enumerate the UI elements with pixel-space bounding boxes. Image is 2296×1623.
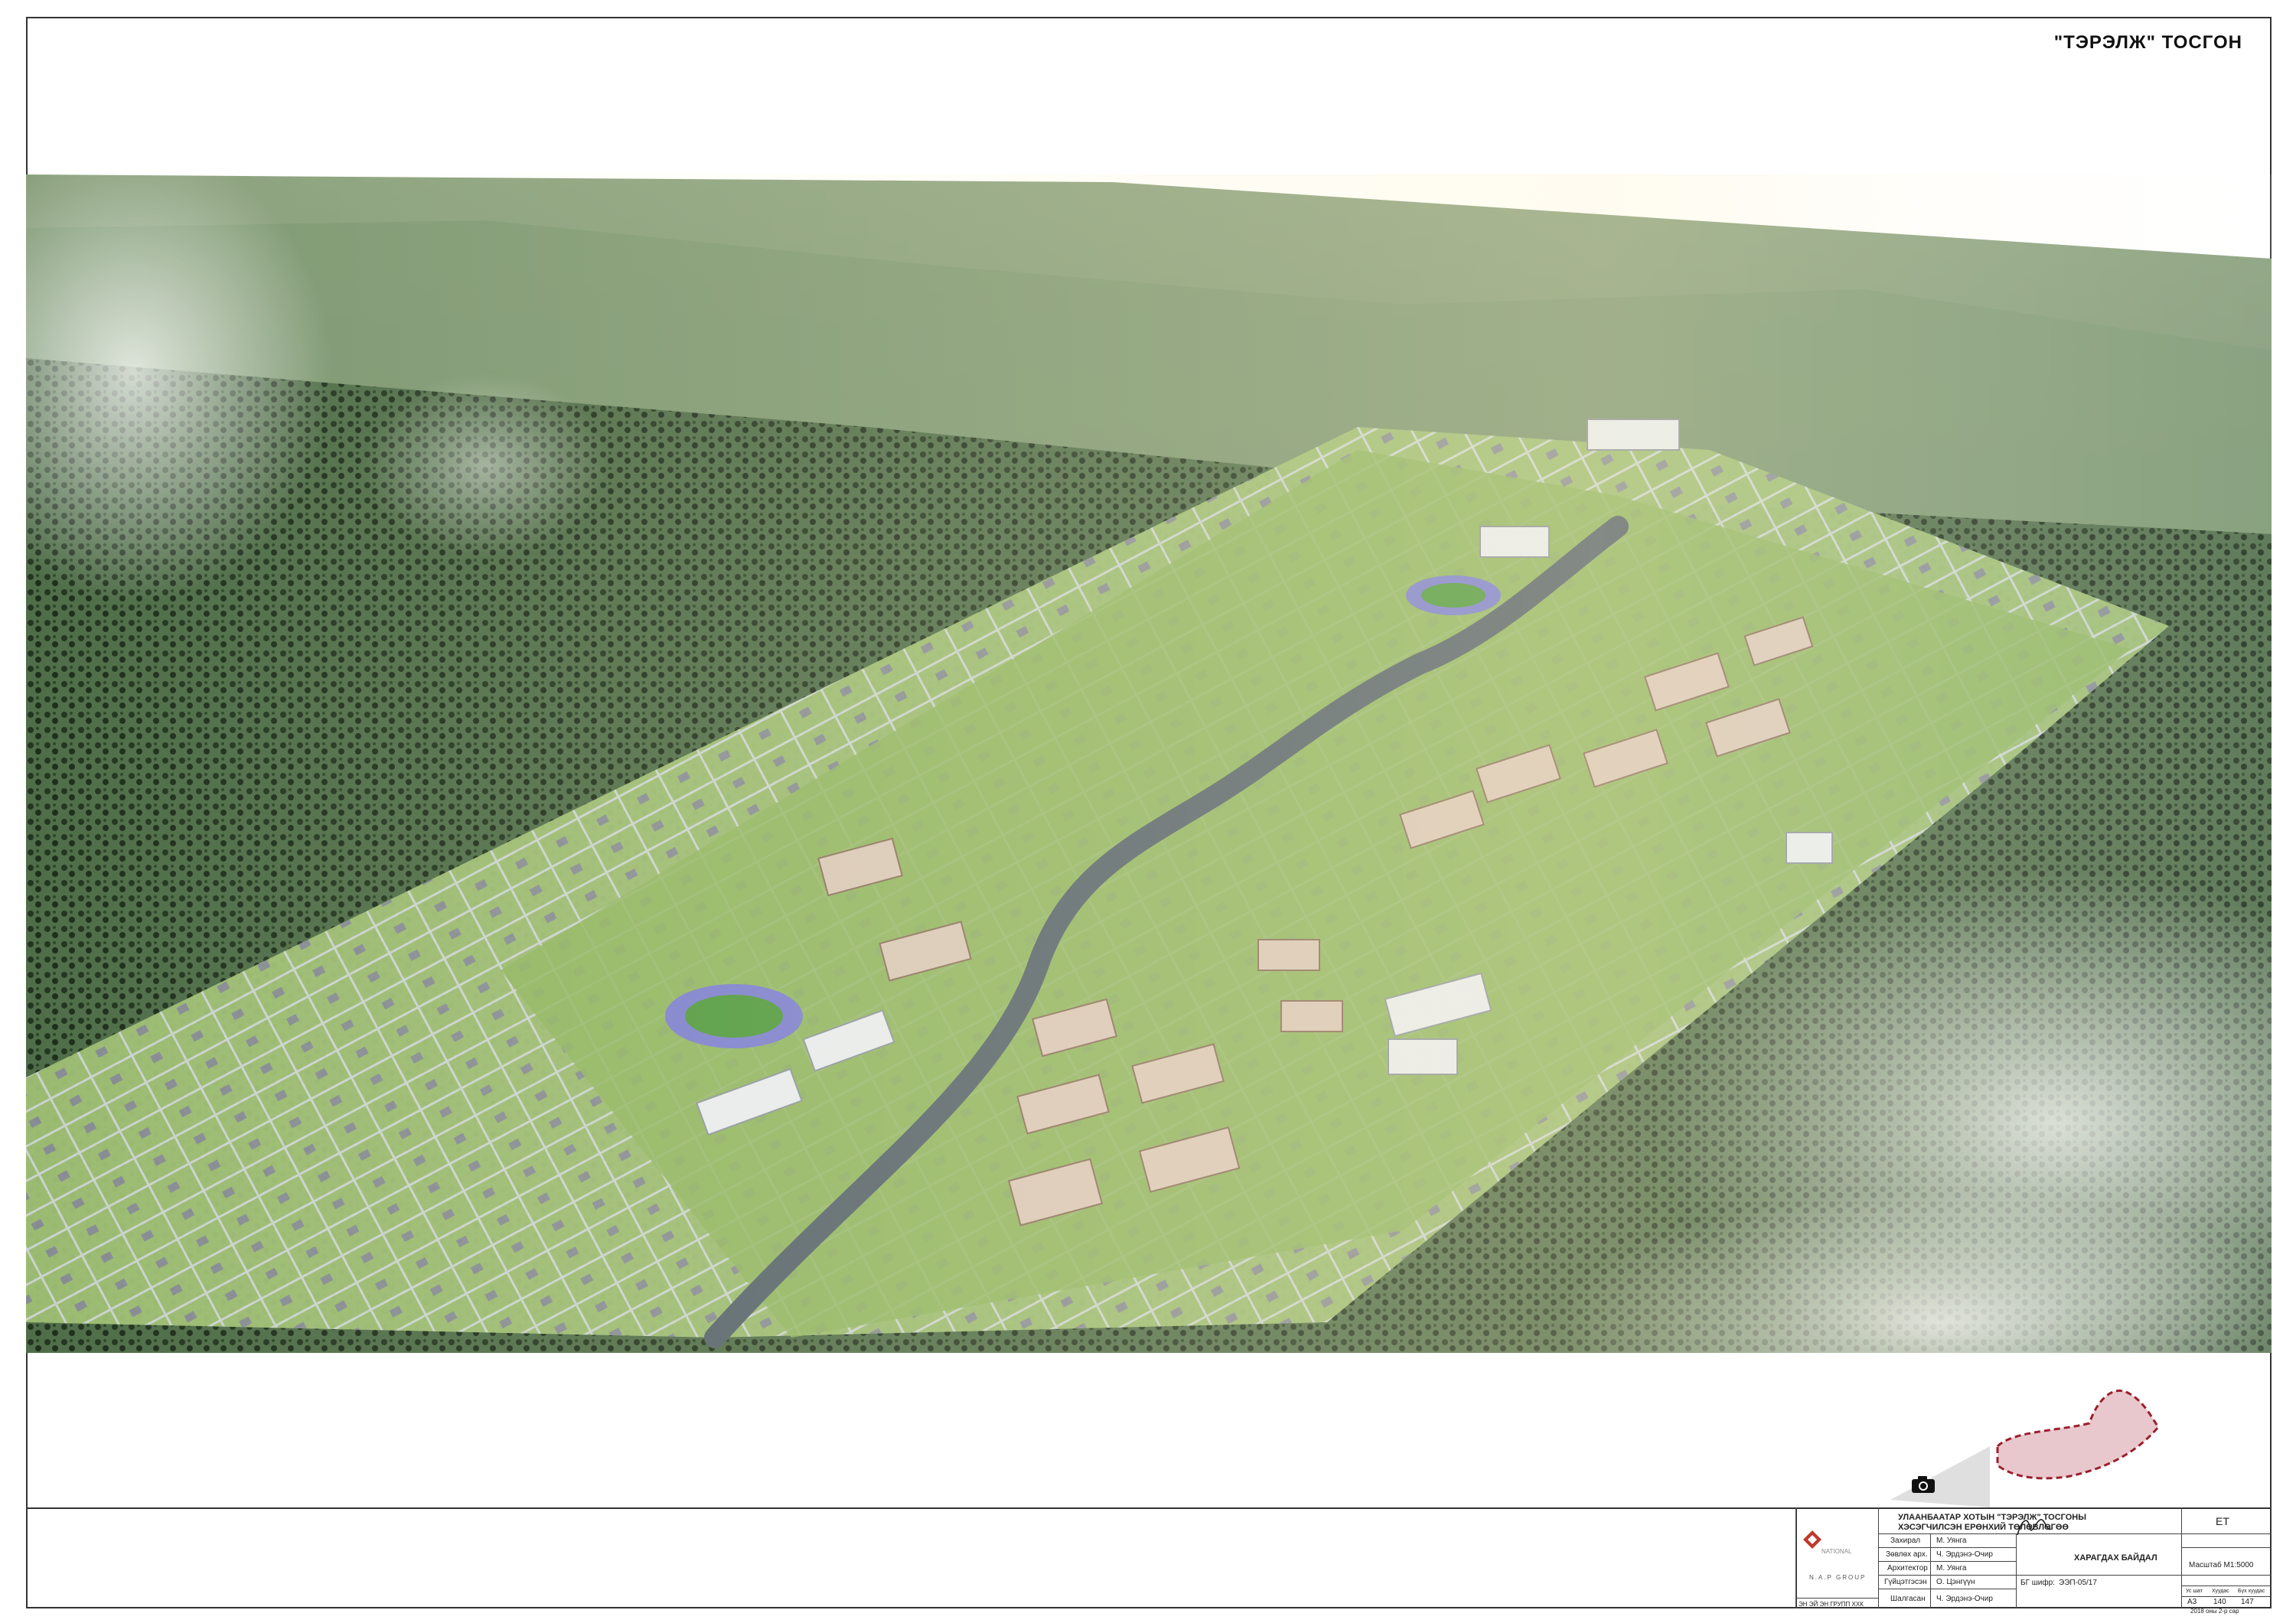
role-label: Захирал <box>1890 1537 1921 1545</box>
tb-divider <box>2181 1547 2272 1548</box>
scale-label: Масштаб М1:5000 <box>2189 1561 2254 1569</box>
role-name: О. Цэнгүүн <box>1936 1578 1975 1586</box>
signature <box>2011 1514 2057 1541</box>
tb-divider <box>1878 1575 2016 1576</box>
date: 2018 оны 2-р сар <box>2190 1608 2239 1615</box>
role-label: Гүйцэтгэсэн <box>1884 1578 1927 1586</box>
aerial-rendering-svg <box>26 174 2272 1353</box>
total-header: Бүх хуудас <box>2238 1589 2265 1594</box>
stage-code: ЕТ <box>2216 1515 2229 1527</box>
tb-divider <box>1795 1598 1878 1599</box>
total-value: 147 <box>2241 1598 2254 1606</box>
logo-group-text: N.A.P GROUP <box>1809 1574 1867 1581</box>
format-value: А3 <box>2187 1598 2197 1606</box>
code-value: ЭЭП-05/17 <box>2059 1579 2097 1587</box>
sheet-value: 140 <box>2213 1598 2226 1606</box>
format-header: Ус шат <box>2186 1589 2203 1594</box>
camera-icon <box>1910 1475 1936 1494</box>
tb-divider <box>2016 1533 2017 1608</box>
role-label: Зөвлөх арх. <box>1886 1550 1928 1559</box>
tb-divider <box>1795 1507 1797 1608</box>
sheet-header: Хуудас <box>2212 1589 2229 1594</box>
tb-divider <box>2181 1596 2272 1597</box>
tb-divider <box>1930 1533 1931 1608</box>
project-line-1: УЛААНБААТАР ХОТЫН "ТЭРЭЛЖ" ТОСГОНЫ <box>1898 1513 2087 1522</box>
tb-divider <box>2016 1575 2272 1576</box>
tb-divider <box>1878 1507 1879 1608</box>
aerial-rendering <box>26 174 2272 1353</box>
role-name: Ч. Эрдэнэ-Очир <box>1936 1595 1993 1603</box>
role-label: Шалгасан <box>1890 1595 1926 1603</box>
tb-divider <box>1878 1547 2016 1548</box>
tb-divider <box>1878 1561 2016 1562</box>
role-name: М. Уянга <box>1936 1564 1967 1572</box>
company-footer: ЭН ЭЙ ЭН ГРУПП ХХК <box>1799 1601 1864 1608</box>
tb-divider <box>2181 1507 2182 1608</box>
role-label: Архитектор <box>1887 1564 1928 1572</box>
logo-text: NATIONAL <box>1821 1548 1852 1555</box>
drawing-name: ХАРАГДАХ БАЙДАЛ <box>2074 1553 2157 1563</box>
role-name: Ч. Эрдэнэ-Очир <box>1936 1550 1993 1559</box>
role-name: М. Уянга <box>1936 1537 1967 1545</box>
sheet-title: "ТЭРЭЛЖ" ТОСГОН <box>2053 32 2242 53</box>
company-logo <box>1799 1524 1875 1593</box>
code-label: БГ шифр: <box>2020 1579 2055 1587</box>
tb-divider <box>1878 1533 2272 1534</box>
